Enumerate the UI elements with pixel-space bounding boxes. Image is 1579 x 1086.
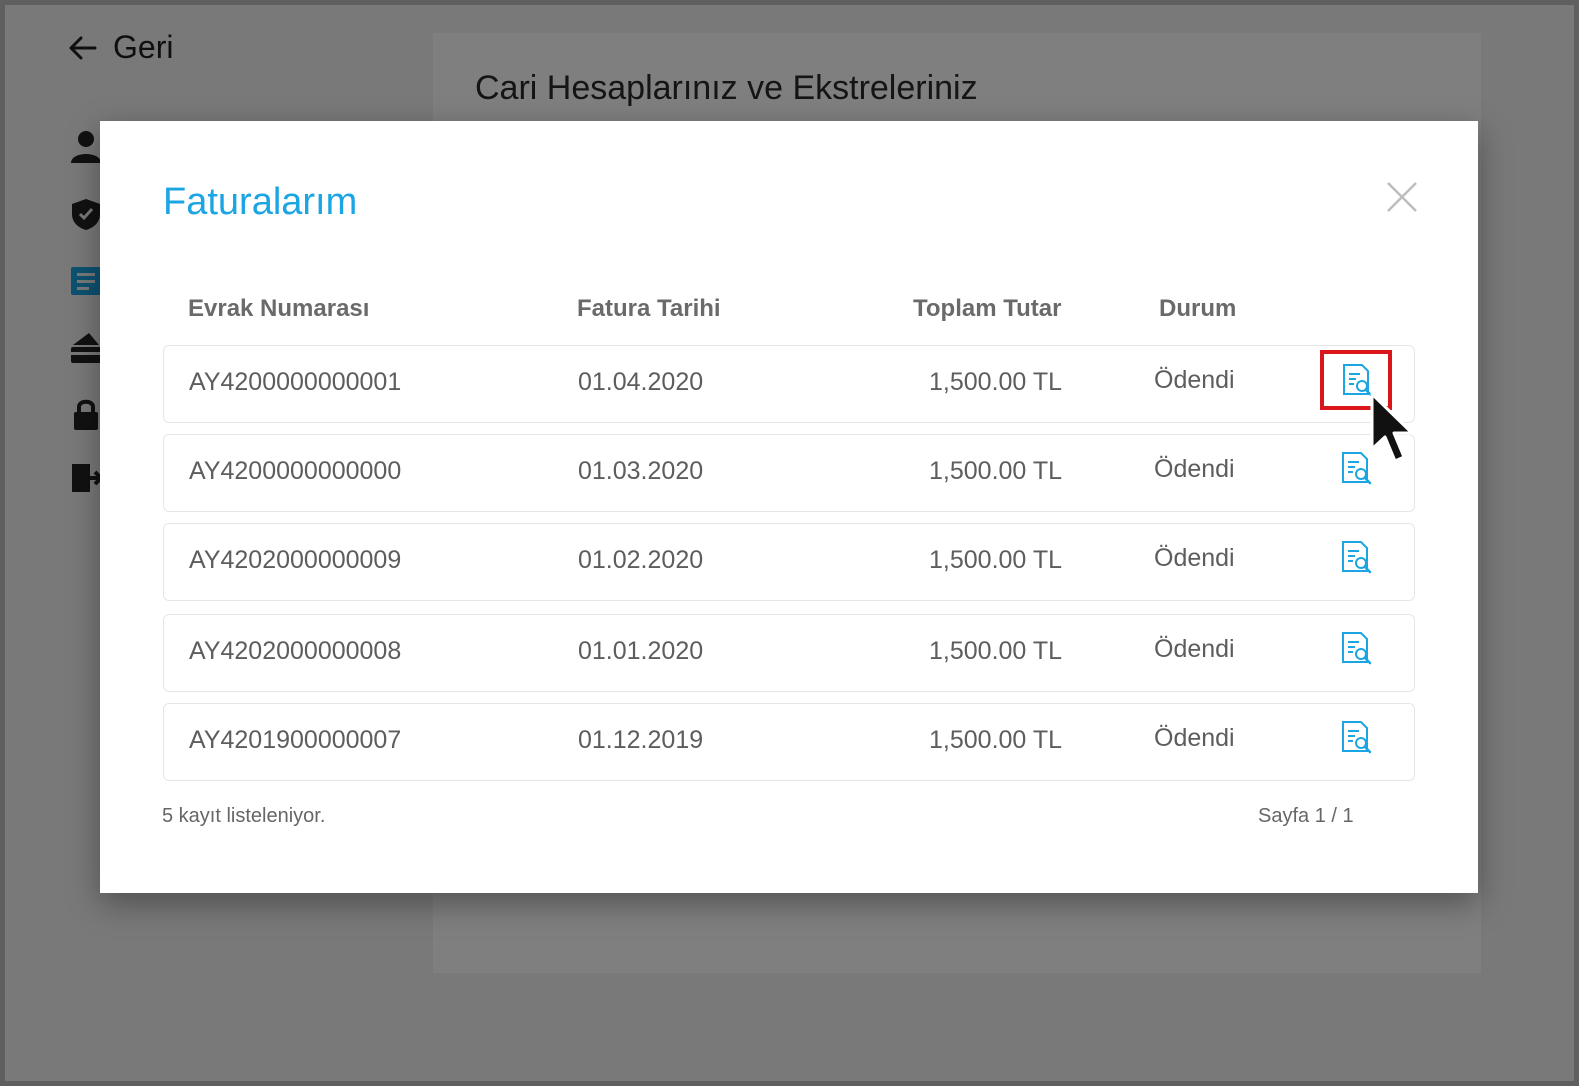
doc-number: AY4201900000007 <box>189 726 402 754</box>
view-invoice-button[interactable] <box>1320 528 1390 586</box>
app-frame: Geri Cari Hesaplarınız ve Ekstreleriniz … <box>0 0 1579 1086</box>
table-row: AY4201900000007 01.12.2019 1,500.00 TL Öden… <box>163 703 1415 781</box>
invoice-date: 01.01.2020 <box>578 637 704 665</box>
record-count: 5 kayıt listeleniyor. <box>162 805 326 827</box>
doc-number: AY4202000000009 <box>189 546 402 574</box>
invoice-date: 01.03.2020 <box>578 457 704 485</box>
modal-title: Faturalarım <box>163 181 358 223</box>
document-search-icon <box>1342 632 1372 665</box>
pagination: Sayfa 1 / 1 <box>1258 805 1354 827</box>
status-text: Ödendi <box>1154 635 1235 663</box>
status-text: Ödendi <box>1154 455 1235 483</box>
invoice-date: 01.02.2020 <box>578 546 704 574</box>
status-text: Ödendi <box>1154 544 1235 572</box>
total-amount: 1,500.00 TL <box>929 368 1062 396</box>
close-button[interactable] <box>1384 179 1420 215</box>
invoices-modal: Faturalarım Evrak Numarası Fatura Tarihi… <box>100 121 1478 893</box>
table-row: AY4202000000008 01.01.2020 1,500.00 TL Öden… <box>163 614 1415 692</box>
doc-number: AY4200000000000 <box>189 457 402 485</box>
table-row: AY4200000000000 01.03.2020 1,500.00 TL Öden… <box>163 434 1415 512</box>
mouse-cursor-icon <box>1370 392 1414 463</box>
invoice-date: 01.04.2020 <box>578 368 704 396</box>
status-text: Ödendi <box>1154 366 1235 394</box>
close-icon <box>1387 182 1417 212</box>
total-amount: 1,500.00 TL <box>929 726 1062 754</box>
document-search-icon <box>1342 452 1372 485</box>
status-text: Ödendi <box>1154 724 1235 752</box>
document-search-icon <box>1342 541 1372 574</box>
doc-number: AY4200000000001 <box>189 368 402 396</box>
view-invoice-button[interactable] <box>1320 708 1390 766</box>
column-header-date: Fatura Tarihi <box>577 295 721 322</box>
view-invoice-button[interactable] <box>1320 619 1390 677</box>
total-amount: 1,500.00 TL <box>929 457 1062 485</box>
document-search-icon <box>1342 721 1372 754</box>
column-header-total: Toplam Tutar <box>913 295 1062 322</box>
invoice-date: 01.12.2019 <box>578 726 704 754</box>
column-header-status: Durum <box>1159 295 1237 322</box>
table-row: AY4200000000001 01.04.2020 1,500.00 TL Öden… <box>163 345 1415 423</box>
total-amount: 1,500.00 TL <box>929 546 1062 574</box>
column-header-doc-no: Evrak Numarası <box>188 295 370 322</box>
table-row: AY4202000000009 01.02.2020 1,500.00 TL Öden… <box>163 523 1415 601</box>
doc-number: AY4202000000008 <box>189 637 402 665</box>
total-amount: 1,500.00 TL <box>929 637 1062 665</box>
